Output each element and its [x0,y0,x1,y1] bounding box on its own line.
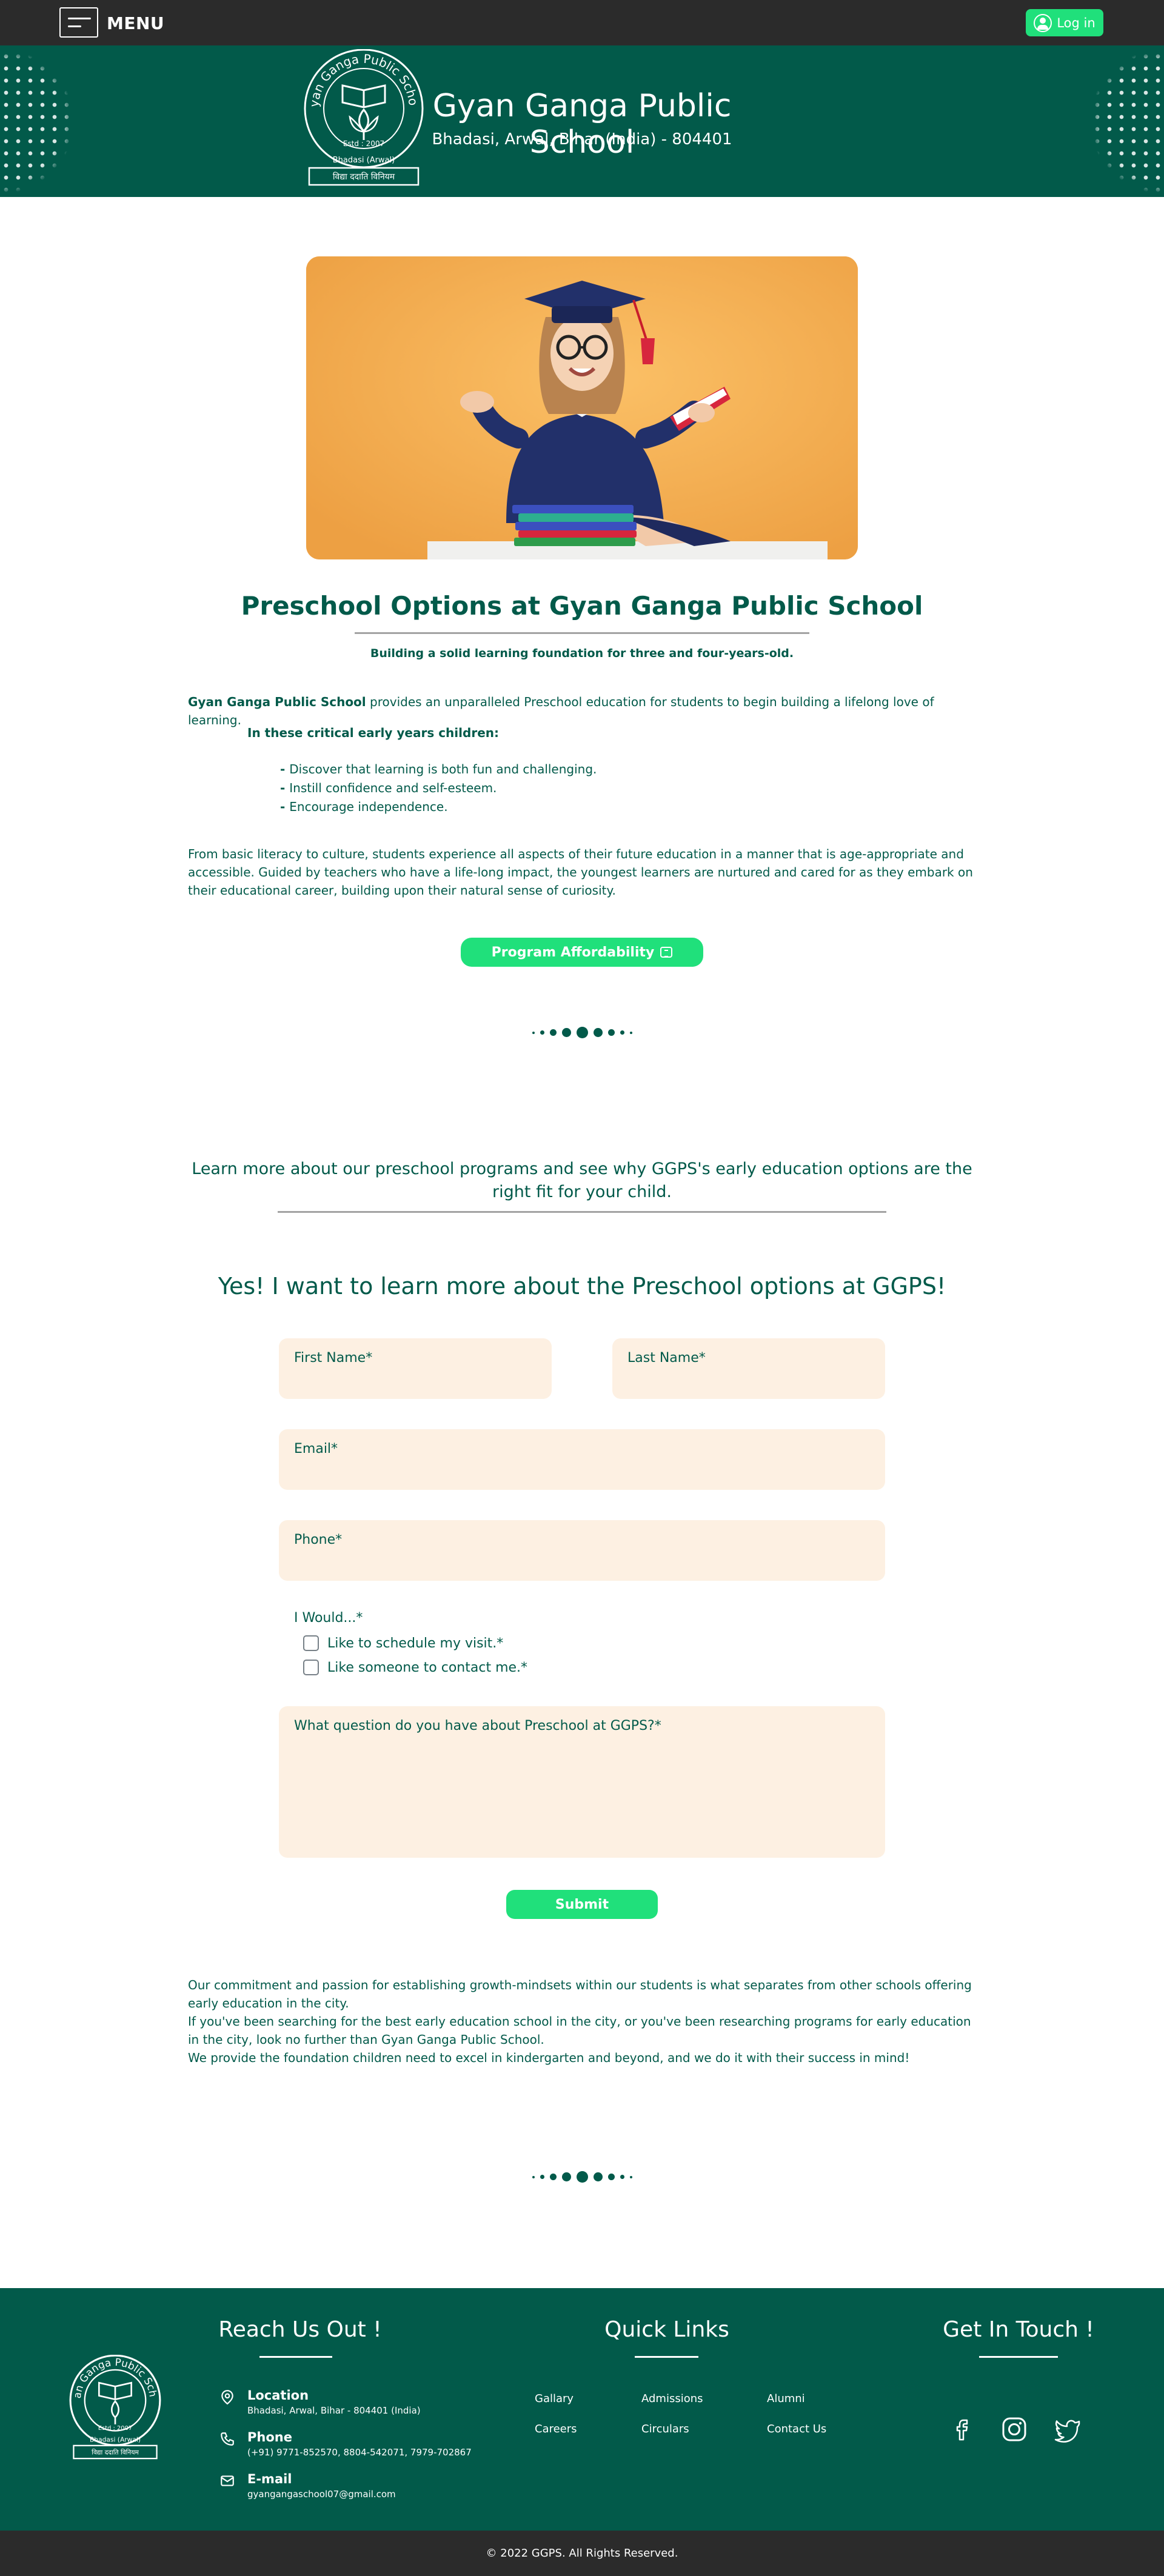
page-title: Preschool Options at Gyan Ganga Public S… [241,591,923,621]
school-address: Bhadasi, Arwal, Bihar (India) - 804401 [432,130,732,148]
body-paragraph: From basic literacy to culture, students… [188,847,973,898]
get-in-touch-title: Get In Touch ! [943,2317,1094,2342]
school-name: Gyan Ganga Public School [432,88,732,161]
location-title: Location [247,2388,309,2403]
submit-button[interactable]: Submit [506,1890,658,1919]
footer-school-logo[interactable]: Gyan Ganga Public School Estd : 2007 Bha… [67,2355,164,2464]
login-button[interactable]: Log in [1026,9,1103,36]
facebook-icon[interactable] [949,2414,979,2444]
menu-label[interactable]: MENU [107,13,164,33]
dot-separator [0,1027,1164,1038]
program-affordability-label: Program Affordability [491,944,655,960]
question-textarea[interactable]: What question do you have about Preschoo… [279,1706,885,1858]
closing-line-1: Our commitment and passion for establish… [188,1978,972,2010]
login-label: Log in [1057,15,1095,30]
contact-me-option[interactable]: Like someone to contact me.* [303,1660,527,1675]
email-field[interactable]: Email* [279,1429,885,1490]
svg-text:Gyan Ganga Public School: Gyan Ganga Public School [67,2355,159,2399]
top-bar: MENU Log in [0,0,1164,45]
instagram-icon[interactable] [999,2414,1029,2444]
learn-more-text: Learn more about our preschool programs … [192,1160,972,1201]
early-years-heading: In these critical early years children: [247,726,499,740]
quick-links-title: Quick Links [604,2317,729,2342]
closing-line-2: If you've been searching for the best ea… [188,2014,971,2047]
email-title: E-mail [247,2472,292,2486]
location-value: Bhadasi, Arwal, Bihar - 804401 (India) [247,2405,421,2416]
twitter-icon[interactable] [1052,2414,1083,2444]
intro-school-name: Gyan Ganga Public School [188,695,366,709]
logo-place: Bhadasi (Arwal) [333,156,395,165]
link-alumni[interactable]: Alumni [767,2392,805,2405]
link-circulars[interactable]: Circulars [641,2423,689,2435]
logo-estd: Estd : 2007 [343,139,384,148]
page-subtitle: Building a solid learning foundation for… [370,647,794,660]
hamburger-menu-icon[interactable] [59,7,98,38]
form-title: Yes! I want to learn more about the Pres… [218,1273,946,1300]
dot-separator [0,2171,1164,2183]
school-logo[interactable]: Gyan Ganga Public School Estd : 2007 Bha… [300,49,427,192]
dot-pattern-right [1091,50,1164,193]
footer-logo-place: Bhadasi (Arwal) [90,2436,141,2444]
dot-pattern-left [0,50,73,193]
phone-placeholder: Phone* [294,1532,343,1547]
phone-title: Phone [247,2430,292,2444]
intro-paragraph: Gyan Ganga Public School provides an unp… [188,693,976,729]
site-header: Gyan Ganga Public School Estd : 2007 Bha… [0,45,1164,197]
link-careers[interactable]: Careers [535,2423,577,2435]
link-admissions[interactable]: Admissions [641,2392,703,2405]
first-name-field[interactable]: First Name* [279,1338,552,1399]
list-item: Encourage independence. [280,798,597,816]
phone-field[interactable]: Phone* [279,1520,885,1581]
closing-paragraph: Our commitment and passion for establish… [188,1976,982,2067]
first-name-placeholder: First Name* [294,1350,373,1366]
graduate-girl-photo [306,256,858,559]
contact-me-checkbox[interactable] [303,1660,319,1675]
email-placeholder: Email* [294,1441,338,1457]
get-in-touch-divider [979,2356,1058,2358]
early-years-list: Discover that learning is both fun and c… [280,760,597,816]
mail-icon [221,2475,234,2486]
site-footer: Gyan Ganga Public School Estd : 2007 Bha… [0,2288,1164,2531]
question-placeholder: What question do you have about Preschoo… [294,1718,661,1733]
program-affordability-button[interactable]: Program Affordability [461,938,703,967]
quick-links-divider [635,2356,698,2358]
title-divider [355,632,809,634]
footer-logo-ring-text: Gyan Ganga Public School [67,2355,159,2399]
list-item: Discover that learning is both fun and c… [280,760,597,779]
learn-more-divider [278,1211,886,1213]
logo-motto: विद्या ददाति विनियम [333,172,395,182]
money-icon [660,947,673,958]
would-label: I Would...* [294,1610,363,1626]
footer-logo-motto: विद्या ददाति विनियम [92,2448,139,2456]
copyright-bar: © 2022 GGPS. All Rights Reserved. [0,2531,1164,2576]
reach-us-divider [259,2356,332,2358]
contact-me-label: Like someone to contact me.* [327,1660,528,1675]
schedule-visit-option[interactable]: Like to schedule my visit.* [303,1635,503,1651]
phone-value[interactable]: (+91) 9771-852570, 8804-542071, 7979-702… [247,2447,472,2458]
link-gallary[interactable]: Gallary [535,2392,574,2405]
user-icon [1034,13,1052,32]
location-pin-icon [221,2390,233,2405]
closing-line-3: We provide the foundation children need … [188,2050,910,2065]
submit-label: Submit [555,1897,609,1912]
hero-image [306,256,858,559]
last-name-field[interactable]: Last Name* [612,1338,885,1399]
footer-logo-estd: Estd : 2007 [98,2425,132,2432]
last-name-placeholder: Last Name* [627,1350,706,1366]
reach-us-title: Reach Us Out ! [218,2317,382,2342]
list-item: Instill confidence and self-esteem. [280,779,597,798]
schedule-visit-label: Like to schedule my visit.* [327,1635,504,1651]
phone-icon [221,2432,234,2446]
schedule-visit-checkbox[interactable] [303,1635,319,1651]
link-contact-us[interactable]: Contact Us [767,2423,826,2435]
email-value[interactable]: gyangangaschool07@gmail.com [247,2489,396,2500]
